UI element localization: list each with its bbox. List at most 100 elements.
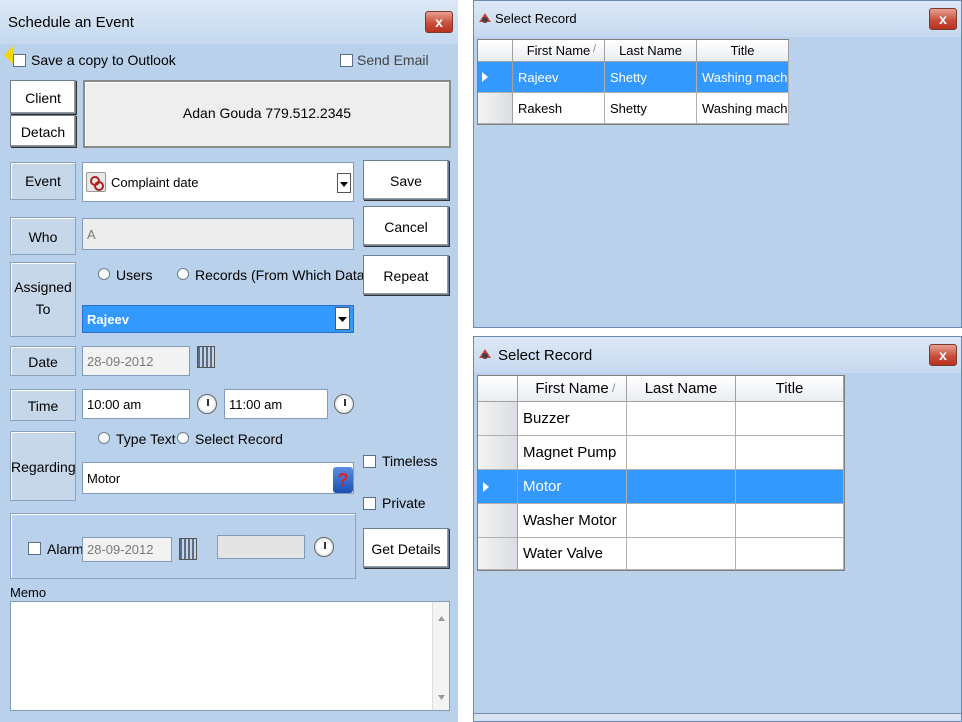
- select-record-radio-label: Select Record: [195, 431, 283, 447]
- alarm-calendar-icon[interactable]: [179, 538, 197, 560]
- send-email-label: Send Email: [357, 52, 429, 68]
- row-pointer-icon: [483, 482, 489, 492]
- select-record-title-bottom: Select Record: [498, 347, 593, 364]
- row-header[interactable]: [478, 93, 513, 124]
- table-row-cell[interactable]: Shetty: [605, 93, 697, 124]
- records-grid-top: First Name / Last Name Title Rajeev Shet…: [477, 39, 789, 125]
- alarm-checkbox[interactable]: [28, 542, 41, 555]
- client-button[interactable]: Client: [10, 80, 76, 114]
- end-time-clock-icon[interactable]: [334, 394, 354, 414]
- grid-corner: [478, 40, 513, 62]
- table-row-cell[interactable]: Washing machin...: [697, 93, 789, 124]
- close-button-bottom[interactable]: x: [929, 344, 957, 366]
- table-row-cell[interactable]: Shetty: [605, 62, 697, 93]
- alarm-date-field[interactable]: 28-09-2012: [82, 537, 172, 562]
- save-button[interactable]: Save: [363, 160, 449, 200]
- table-row-cell[interactable]: Washer Motor: [518, 504, 627, 538]
- table-row-cell[interactable]: [736, 538, 844, 570]
- sort-indicator-icon: /: [593, 43, 597, 55]
- select-record-app-icon: [477, 346, 493, 362]
- table-row-cell[interactable]: Buzzer: [518, 402, 627, 436]
- row-header[interactable]: [478, 504, 518, 538]
- cancel-button[interactable]: Cancel: [363, 206, 449, 246]
- repeat-button[interactable]: Repeat: [363, 255, 449, 295]
- table-row-cell[interactable]: Rakesh: [513, 93, 605, 124]
- row-header[interactable]: [478, 538, 518, 570]
- start-time-field[interactable]: 10:00 am: [82, 389, 190, 419]
- column-header-title[interactable]: Title: [736, 376, 844, 402]
- select-record-radio[interactable]: [177, 432, 189, 444]
- who-field[interactable]: A: [82, 218, 354, 250]
- table-row-cell[interactable]: [736, 504, 844, 538]
- client-info-text: Adan Gouda 779.512.2345: [182, 105, 352, 121]
- table-row-cell[interactable]: [627, 436, 736, 470]
- regarding-field[interactable]: Motor: [82, 462, 354, 494]
- table-row-cell[interactable]: [627, 538, 736, 570]
- assigned-to-select[interactable]: Rajeev: [82, 305, 354, 333]
- close-button-top[interactable]: x: [929, 8, 957, 30]
- private-label: Private: [382, 495, 426, 511]
- bottom-tab-strip: [474, 713, 961, 721]
- table-row-cell[interactable]: [736, 470, 844, 504]
- assigned-dropdown-chevron-icon[interactable]: [335, 307, 350, 330]
- row-header[interactable]: [478, 436, 518, 470]
- table-row-cell[interactable]: Rajeev: [513, 62, 605, 93]
- type-text-label: Type Text: [116, 431, 176, 447]
- timeless-label: Timeless: [382, 453, 438, 469]
- help-icon[interactable]: ?: [333, 467, 353, 493]
- column-header-first-name[interactable]: First Name: [518, 376, 627, 402]
- timeless-checkbox[interactable]: [363, 455, 376, 468]
- memo-scrollbar[interactable]: [432, 602, 449, 710]
- private-checkbox[interactable]: [363, 497, 376, 510]
- table-row-cell[interactable]: [736, 436, 844, 470]
- assigned-label-line2: To: [35, 301, 51, 317]
- alarm-time-field[interactable]: [217, 535, 305, 559]
- records-radio[interactable]: [177, 268, 189, 280]
- column-header-title[interactable]: Title: [697, 40, 789, 62]
- assigned-to-value: Rajeev: [87, 311, 129, 327]
- memo-scroll-arrows-icon: [438, 616, 445, 700]
- detach-button[interactable]: Detach: [10, 115, 76, 147]
- table-row-cell[interactable]: Motor: [518, 470, 627, 504]
- outlook-arrow-icon: [4, 46, 13, 64]
- sort-indicator-icon: /: [612, 381, 616, 395]
- table-row-cell[interactable]: Washing machin...: [697, 62, 789, 93]
- alarm-clock-icon[interactable]: [314, 537, 334, 557]
- type-text-radio[interactable]: [98, 432, 110, 444]
- end-time-field[interactable]: 11:00 am: [224, 389, 328, 419]
- event-dropdown-chevron-icon[interactable]: [337, 173, 351, 193]
- assigned-to-label: [10, 262, 76, 337]
- table-row-cell[interactable]: [736, 402, 844, 436]
- start-time-clock-icon[interactable]: [197, 394, 217, 414]
- event-type-icon: [86, 172, 106, 192]
- event-value: Complaint date: [111, 174, 199, 190]
- select-record-window-top: Select Record x First Name / Last Name T…: [473, 0, 962, 328]
- row-header-selected[interactable]: [478, 62, 513, 93]
- get-details-button[interactable]: Get Details: [363, 528, 449, 568]
- select-record-window-bottom: Select Record x First Name / Last Name T…: [473, 336, 962, 722]
- table-row-cell[interactable]: Magnet Pump: [518, 436, 627, 470]
- users-radio[interactable]: [98, 268, 110, 280]
- row-header-selected[interactable]: [478, 470, 518, 504]
- select-record-app-icon: [477, 10, 493, 26]
- save-copy-outlook-checkbox[interactable]: [13, 54, 26, 67]
- table-row-cell[interactable]: [627, 402, 736, 436]
- save-copy-outlook-label: Save a copy to Outlook: [31, 52, 176, 68]
- column-header-first-name[interactable]: First Name: [513, 40, 605, 62]
- select-record-title-top: Select Record: [495, 11, 577, 26]
- send-email-checkbox[interactable]: [340, 54, 353, 67]
- event-select[interactable]: Complaint date: [82, 162, 354, 202]
- column-header-last-name[interactable]: Last Name: [605, 40, 697, 62]
- memo-textarea[interactable]: [10, 601, 450, 711]
- records-grid-bottom: First Name / Last Name Title Buzzer Magn…: [477, 375, 845, 571]
- row-header[interactable]: [478, 402, 518, 436]
- column-header-last-name[interactable]: Last Name: [627, 376, 736, 402]
- table-row-cell[interactable]: [627, 504, 736, 538]
- date-calendar-icon[interactable]: [197, 346, 215, 368]
- date-field[interactable]: 28-09-2012: [82, 346, 190, 376]
- table-row-cell[interactable]: Water Valve: [518, 538, 627, 570]
- assigned-label-line1: Assigned: [14, 279, 72, 295]
- grid-corner: [478, 376, 518, 402]
- table-row-cell[interactable]: [627, 470, 736, 504]
- close-button[interactable]: x: [425, 11, 453, 33]
